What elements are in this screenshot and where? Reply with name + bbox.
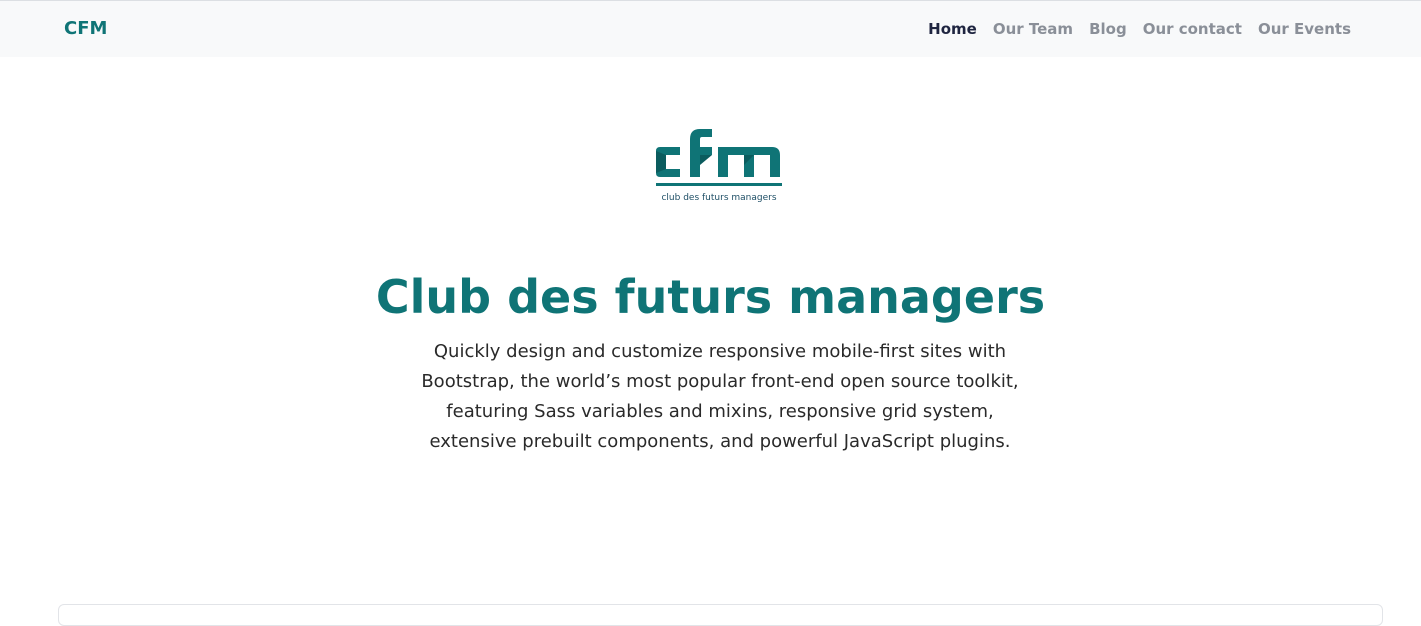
navbar-brand[interactable]: CFM (64, 1, 107, 57)
hero-section: club des futurs managers Club des futurs… (0, 57, 1421, 610)
nav-link-home[interactable]: Home (928, 20, 977, 38)
nav-link-our-events[interactable]: Our Events (1258, 20, 1351, 38)
cfm-logo: club des futurs managers (640, 117, 790, 213)
nav-links: Home Our Team Blog Our contact Our Event… (928, 1, 1351, 57)
cfm-logo-tagline: club des futurs managers (661, 193, 776, 203)
nav-link-our-team[interactable]: Our Team (993, 20, 1073, 38)
hero-lead-text: Quickly design and customize responsive … (421, 341, 1019, 452)
nav-link-blog[interactable]: Blog (1089, 20, 1127, 38)
cfm-logo-image: club des futurs managers (656, 129, 782, 203)
navbar: CFM Home Our Team Blog Our contact Our E… (0, 1, 1421, 57)
page-title: Club des futurs managers (375, 270, 1046, 324)
content-card (58, 604, 1383, 626)
nav-link-our-contact[interactable]: Our contact (1143, 20, 1242, 38)
